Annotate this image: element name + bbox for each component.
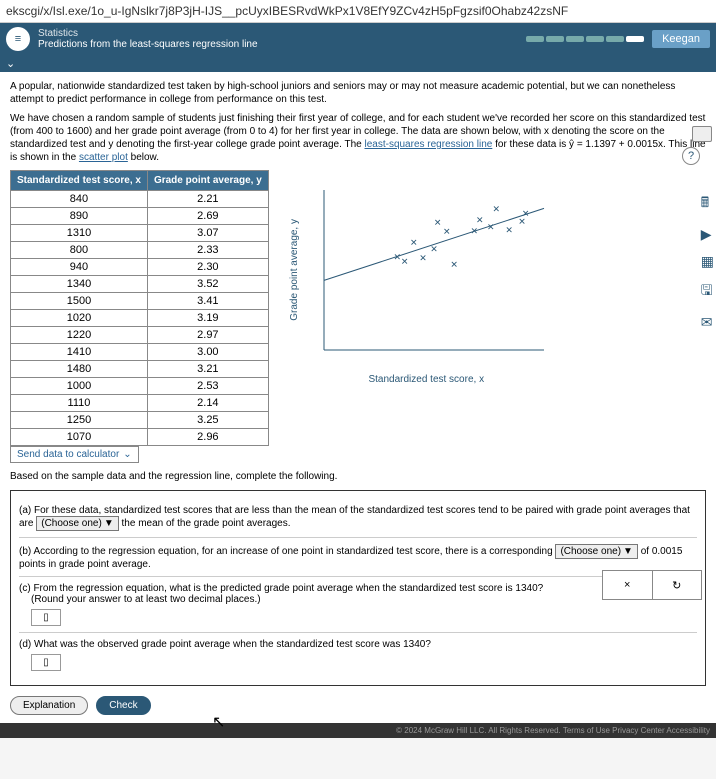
question-a: (a) For these data, standardized test sc… (19, 499, 697, 538)
table-row: 9402.30 (11, 259, 269, 276)
scatter-chart: ✕✕✕✕✕✕✕✕✕✕✕✕✕✕✕ (304, 170, 564, 370)
intro-text-2: We have chosen a random sample of studen… (10, 112, 706, 164)
table-row: 10203.19 (11, 310, 269, 327)
link-scatter[interactable]: scatter plot (79, 152, 128, 163)
svg-text:✕: ✕ (401, 257, 409, 267)
svg-text:✕: ✕ (487, 222, 495, 232)
footer: © 2024 McGraw Hill LLC. All Rights Reser… (0, 723, 716, 738)
calculator-icon[interactable]: 🖩 (701, 192, 714, 216)
question-b: (b) According to the regression equation… (19, 538, 697, 577)
svg-text:✕: ✕ (434, 217, 442, 227)
svg-text:✕: ✕ (492, 204, 500, 214)
answer-input-c[interactable]: ▯ (31, 609, 61, 626)
svg-text:✕: ✕ (470, 226, 478, 236)
collapse-chevron[interactable]: ⌄ (0, 55, 716, 72)
table-row: 12202.97 (11, 327, 269, 344)
page-title: Predictions from the least-squares regre… (38, 39, 518, 50)
prompt-text: Based on the sample data and the regress… (10, 471, 706, 482)
explanation-button[interactable]: Explanation (10, 696, 88, 715)
chart-xlabel: Standardized test score, x (289, 374, 564, 385)
save-icon[interactable]: 🖫 (701, 280, 714, 304)
svg-text:✕: ✕ (419, 253, 427, 263)
svg-text:✕: ✕ (505, 225, 513, 235)
question-d: (d) What was the observed grade point av… (19, 633, 697, 677)
chevron-down-icon: ⌄ (123, 449, 131, 460)
table-row: 8002.33 (11, 242, 269, 259)
table-row: 8902.69 (11, 208, 269, 225)
table-row: 14803.21 (11, 361, 269, 378)
table-row: 12503.25 (11, 412, 269, 429)
table-row: 10002.53 (11, 378, 269, 395)
table-row: 10702.96 (11, 429, 269, 446)
chevron-down-icon: ▼ (104, 518, 114, 529)
table-row: 13403.52 (11, 276, 269, 293)
table-row: 13103.07 (11, 225, 269, 242)
col-header-x: Standardized test score, x (11, 171, 148, 191)
answer-input-d[interactable]: ▯ (31, 654, 61, 671)
svg-text:✕: ✕ (518, 217, 526, 227)
table-row: 8402.21 (11, 191, 269, 208)
data-table: Standardized test score, xGrade point av… (10, 170, 269, 446)
menu-icon[interactable]: ≡ (6, 27, 30, 51)
cursor-icon: ↖ (212, 712, 225, 732)
help-icon[interactable]: ? (682, 147, 700, 165)
reset-icon[interactable]: ↻ (652, 571, 702, 599)
table-row: 11102.14 (11, 395, 269, 412)
chart-ylabel: Grade point average, y (289, 219, 300, 321)
table-row: 15003.41 (11, 293, 269, 310)
print-icon[interactable] (692, 126, 712, 142)
intro-p2c: below. (131, 152, 159, 163)
tool-sidebar: 🖩 ▶ ▦ 🖫 ✉ (701, 192, 714, 331)
table-row: 14103.00 (11, 344, 269, 361)
breadcrumb: Statistics Predictions from the least-sq… (38, 28, 518, 50)
url-bar: ekscgi/x/Isl.exe/1o_u-IgNslkr7j8P3jH-IJS… (0, 0, 716, 23)
user-button[interactable]: Keegan (652, 30, 710, 48)
select-a[interactable]: (Choose one)▼ (36, 516, 119, 531)
svg-text:✕: ✕ (430, 244, 438, 254)
answer-toolbar: × ↻ (602, 570, 702, 600)
intro-p1: A popular, nationwide standardized test … (10, 81, 675, 105)
select-b[interactable]: (Choose one)▼ (555, 544, 638, 559)
svg-text:✕: ✕ (476, 215, 484, 225)
app-header: ≡ Statistics Predictions from the least-… (0, 23, 716, 55)
topic-label: Statistics (38, 28, 518, 39)
question-c: (c) From the regression equation, what i… (19, 577, 697, 633)
clear-icon[interactable]: × (603, 571, 652, 599)
chevron-down-icon: ▼ (623, 546, 633, 557)
svg-text:✕: ✕ (410, 237, 418, 247)
table-icon[interactable]: ▦ (701, 253, 714, 270)
svg-text:✕: ✕ (393, 252, 401, 262)
intro-text: A popular, nationwide standardized test … (10, 80, 706, 106)
mail-icon[interactable]: ✉ (701, 314, 714, 331)
svg-text:✕: ✕ (443, 227, 451, 237)
link-regression[interactable]: least-squares regression line (364, 139, 492, 150)
col-header-y: Grade point average, y (147, 171, 268, 191)
main-content: ? A popular, nationwide standardized tes… (0, 72, 716, 723)
check-button[interactable]: Check (96, 696, 150, 715)
progress-bar (526, 36, 644, 42)
svg-text:✕: ✕ (450, 259, 458, 269)
send-data-button[interactable]: Send data to calculator⌄ (10, 446, 139, 463)
play-icon[interactable]: ▶ (701, 226, 714, 243)
